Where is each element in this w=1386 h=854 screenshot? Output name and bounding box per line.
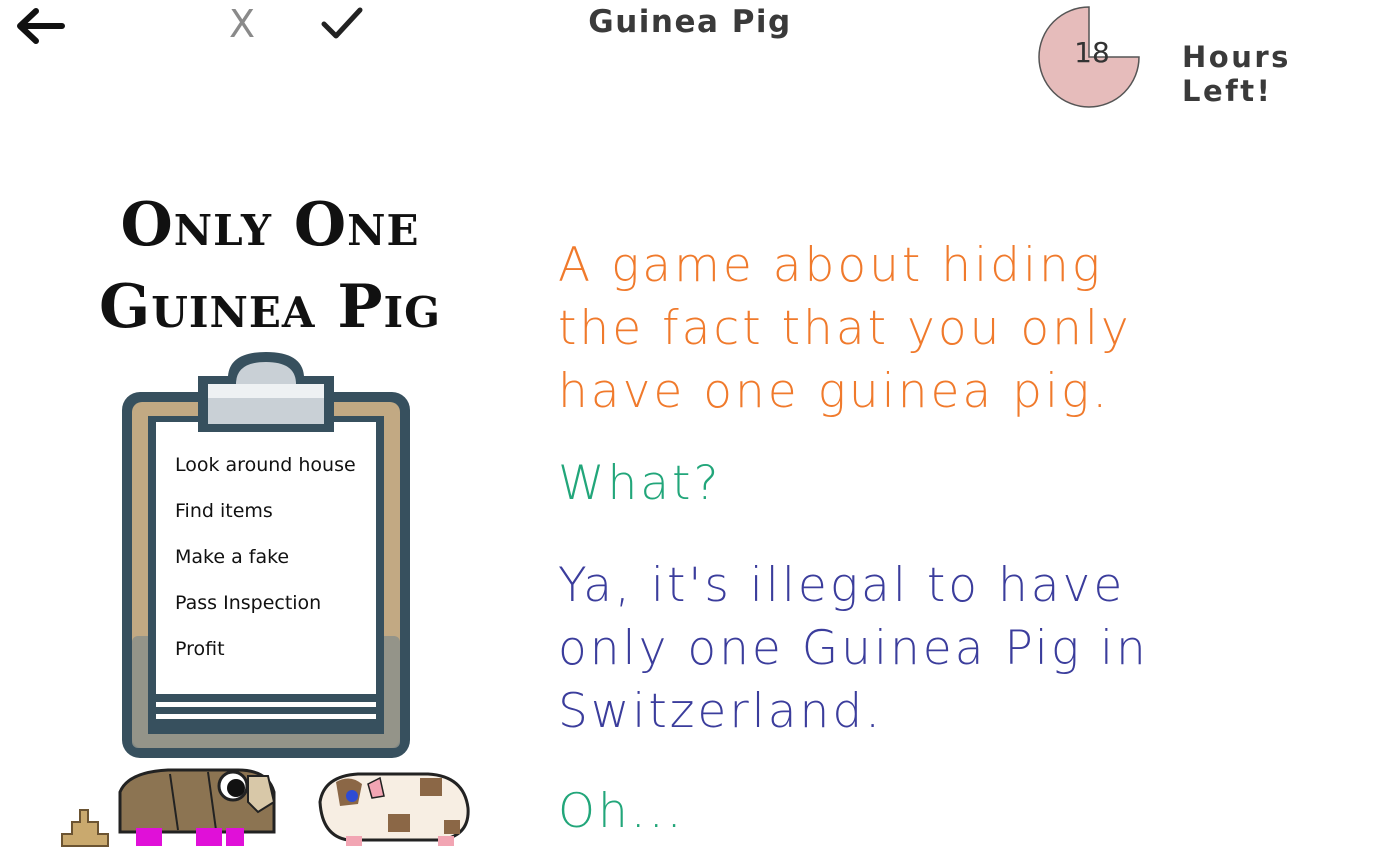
guinea-pigs-illustration	[61, 768, 470, 847]
dialogue-line: Switzerland.	[558, 684, 884, 739]
real-guinea-pig-icon	[318, 772, 470, 846]
game-logo-line-1: Only One	[120, 190, 420, 260]
fake-guinea-pig-icon	[118, 768, 276, 846]
hours-left-label: Hours Left!	[1182, 40, 1291, 108]
dialogue-green: What?	[558, 456, 722, 511]
dialogue-line: the fact that you only	[558, 301, 1132, 356]
confirm-button[interactable]	[318, 2, 366, 46]
dialogue-purple: Ya, it's illegal to have only one Guinea…	[558, 554, 1358, 743]
task-item: Make a fake	[175, 546, 290, 568]
arrow-left-icon	[17, 8, 65, 44]
close-button[interactable]: X	[220, 0, 264, 48]
dialogue-orange: A game about hiding the fact that you on…	[558, 234, 1358, 423]
timer-value: 18	[1074, 36, 1110, 69]
task-item: Find items	[175, 500, 273, 522]
dialogue-line: Ya, it's illegal to have	[558, 558, 1126, 613]
game-screen: X Guinea Pig 18 Hours Left! Only One Gui…	[0, 0, 1386, 854]
dialogue-line: have one guinea pig.	[558, 364, 1111, 419]
dialogue-line: A game about hiding	[558, 238, 1104, 293]
poop-icon	[61, 809, 109, 847]
dialogue-green-2: Oh...	[558, 784, 685, 839]
game-logo-line-2: Guinea Pig	[98, 272, 442, 342]
task-item: Profit	[175, 638, 225, 660]
page-title: Guinea Pig	[588, 4, 792, 40]
dialogue-line: only one Guinea Pig in	[558, 621, 1149, 676]
check-icon	[321, 7, 363, 39]
task-item: Look around house	[175, 454, 356, 476]
task-item: Pass Inspection	[175, 592, 322, 614]
back-button[interactable]	[14, 6, 68, 46]
